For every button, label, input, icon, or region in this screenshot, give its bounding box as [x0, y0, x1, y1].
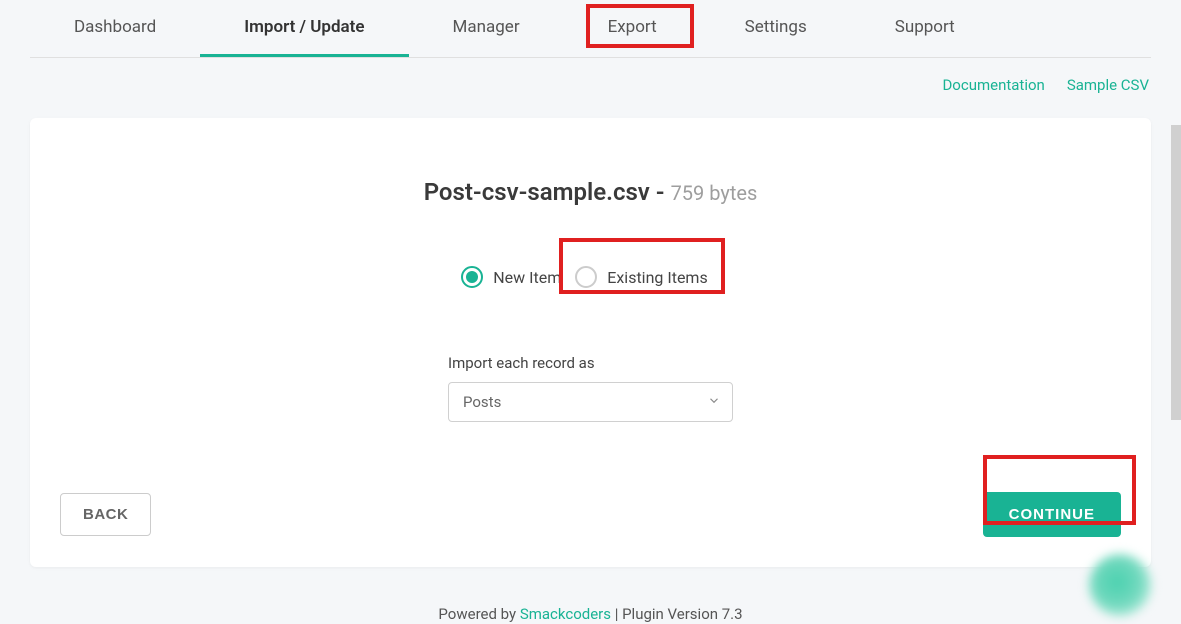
file-sep: -: [650, 178, 671, 206]
tab-support[interactable]: Support: [851, 0, 999, 57]
radio-group: New Item Existing Items: [60, 260, 1121, 294]
import-card: Post-csv-sample.csv - 759 bytes New Item…: [30, 118, 1151, 567]
top-links: Documentation Sample CSV: [30, 58, 1151, 94]
radio-unselected-icon: [575, 266, 597, 288]
tab-export[interactable]: Export: [564, 0, 701, 57]
documentation-link[interactable]: Documentation: [942, 76, 1044, 94]
file-title: Post-csv-sample.csv - 759 bytes: [60, 178, 1121, 206]
tab-settings[interactable]: Settings: [701, 0, 851, 57]
chat-bubble-icon[interactable]: [1089, 554, 1151, 616]
footer-suffix: | Plugin Version 7.3: [611, 605, 743, 623]
back-button[interactable]: BACK: [60, 493, 151, 536]
file-name: Post-csv-sample.csv: [424, 178, 650, 206]
radio-new-item[interactable]: New Item: [461, 266, 561, 288]
tab-import-update[interactable]: Import / Update: [200, 0, 408, 57]
continue-button[interactable]: CONTINUE: [983, 492, 1121, 537]
radio-existing-label: Existing Items: [607, 268, 707, 287]
record-type-select[interactable]: Posts: [448, 382, 733, 422]
radio-existing-items[interactable]: Existing Items: [571, 260, 719, 294]
radio-new-label: New Item: [493, 268, 561, 287]
scrollbar[interactable]: [1171, 125, 1181, 420]
card-footer: BACK CONTINUE: [60, 492, 1121, 537]
tab-dashboard[interactable]: Dashboard: [30, 0, 200, 57]
import-label: Import each record as: [448, 354, 733, 372]
tab-manager[interactable]: Manager: [409, 0, 564, 57]
record-type-select-wrap: Posts: [448, 382, 733, 422]
page-footer: Powered by Smackcoders | Plugin Version …: [30, 605, 1151, 623]
radio-selected-icon: [461, 266, 483, 288]
footer-brand-link[interactable]: Smackcoders: [520, 605, 611, 623]
footer-prefix: Powered by: [438, 605, 519, 623]
nav-tabs: Dashboard Import / Update Manager Export…: [30, 0, 1151, 58]
file-size: 759 bytes: [671, 181, 758, 205]
form-section: Import each record as Posts: [448, 354, 733, 422]
sample-csv-link[interactable]: Sample CSV: [1067, 76, 1149, 94]
